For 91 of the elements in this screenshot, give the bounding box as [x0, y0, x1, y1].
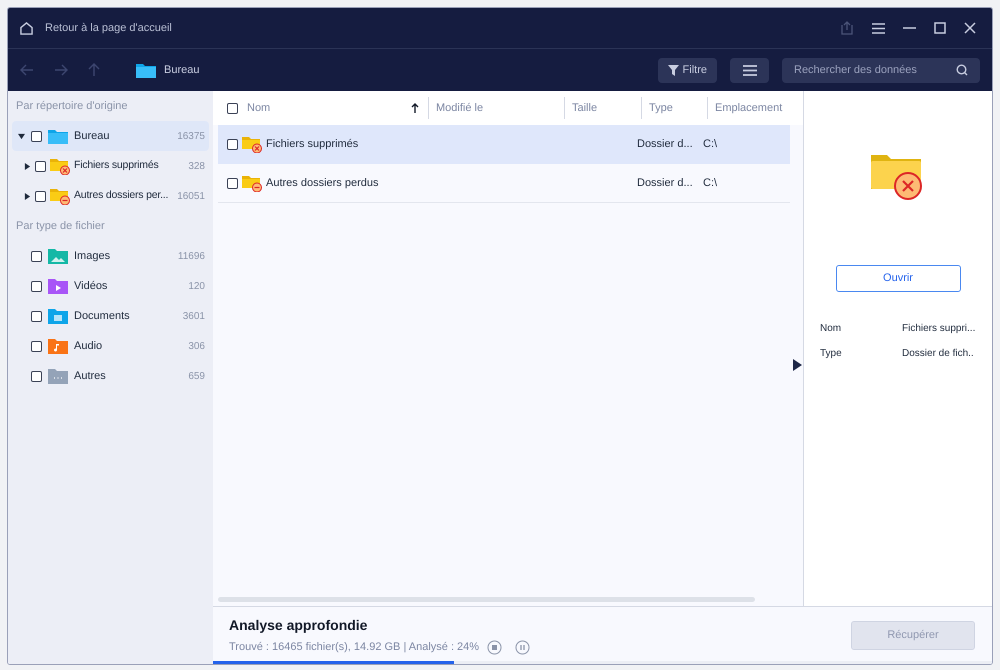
scan-title: Analyse approfondie: [229, 616, 368, 636]
item-count: 11696: [178, 250, 205, 264]
column-header[interactable]: Type: [649, 100, 673, 116]
item-label: Images: [74, 248, 112, 264]
column-header[interactable]: Emplacement: [715, 100, 782, 116]
item-label: Autres dossiers per...: [74, 188, 170, 204]
item-count: 16375: [177, 130, 205, 144]
sidebar-item[interactable]: Vidéos 120: [12, 271, 209, 301]
item-count: 3601: [182, 310, 205, 324]
filter-button[interactable]: Filtre: [658, 58, 717, 82]
column-header[interactable]: Modifié le: [436, 100, 484, 116]
list-icon: [742, 64, 756, 76]
sidebar-item[interactable]: Fichiers supprimés 328: [12, 151, 209, 181]
home-link[interactable]: Retour à la page d'accueil: [45, 20, 172, 36]
deleted-folder-icon: [871, 153, 925, 201]
field-label: Nom: [820, 322, 842, 336]
filter-icon: [668, 64, 679, 76]
recover-button: Récupérer: [851, 621, 975, 650]
item-label: Autres: [74, 368, 107, 384]
search-icon[interactable]: [956, 64, 968, 76]
table-cell-text: Dossier d...: [637, 137, 694, 152]
collapse-arrow-icon[interactable]: [793, 359, 802, 371]
image-folder-icon: [48, 248, 68, 264]
item-label: Fichiers supprimés: [74, 158, 160, 174]
folder-icon: [48, 128, 68, 144]
item-label: Vidéos: [74, 278, 108, 294]
home-icon[interactable]: [20, 22, 33, 34]
close-icon[interactable]: [964, 22, 976, 34]
checkbox[interactable]: [31, 310, 42, 322]
minimize-icon[interactable]: [903, 27, 916, 29]
sidebar-item[interactable]: Audio 306: [12, 331, 209, 361]
folder-icon: [136, 62, 156, 78]
table-cell-text: Fichiers supprimés: [266, 137, 360, 152]
item-count: 16051: [177, 190, 205, 204]
item-count: 120: [188, 280, 205, 294]
section-title: Par répertoire d'origine: [15, 98, 129, 114]
table-cell-text: C:\: [703, 137, 718, 152]
checkbox[interactable]: [31, 370, 42, 382]
checkbox[interactable]: [31, 280, 42, 292]
sidebar-item[interactable]: Images 11696: [12, 241, 209, 271]
column-header[interactable]: Taille: [572, 100, 598, 116]
checkbox[interactable]: [227, 139, 238, 150]
lost-folder-icon: [242, 174, 262, 192]
table-cell-text: Dossier d...: [637, 176, 694, 191]
pause-icon[interactable]: [515, 640, 530, 655]
field-label: Type: [820, 347, 843, 361]
document-folder-icon: [48, 308, 68, 324]
lost-folder-icon: [50, 188, 70, 204]
music-folder-icon: [48, 338, 68, 354]
item-label: Bureau: [74, 128, 110, 144]
sidebar-item[interactable]: Autres dossiers per... 16051: [12, 181, 209, 211]
table-row[interactable]: Autres dossiers perdus Dossier d... C:\: [218, 164, 790, 203]
sort-arrow-icon[interactable]: [411, 103, 419, 113]
table-row[interactable]: Fichiers supprimés Dossier d... C:\: [218, 125, 790, 164]
sidebar-item[interactable]: Documents 3601: [12, 301, 209, 331]
table-cell-text: Autres dossiers perdus: [266, 176, 380, 191]
sidebar-item[interactable]: Autres 659: [12, 361, 209, 391]
column-header[interactable]: Nom: [247, 100, 270, 116]
checkbox[interactable]: [227, 102, 238, 114]
table-cell-text: C:\: [703, 176, 718, 191]
item-count: 328: [188, 160, 205, 174]
item-count: 659: [188, 370, 205, 384]
expand-arrow-icon[interactable]: [24, 162, 31, 170]
field-value: Fichiers suppri...: [902, 322, 976, 336]
sidebar-item[interactable]: Bureau 16375: [12, 121, 209, 151]
item-label: Documents: [74, 308, 131, 324]
video-folder-icon: [48, 278, 68, 294]
checkbox[interactable]: [31, 340, 42, 352]
maximize-icon[interactable]: [934, 22, 946, 34]
expand-arrow-icon[interactable]: [24, 192, 31, 200]
search-field[interactable]: Rechercher des données: [782, 58, 980, 82]
item-count: 306: [188, 340, 205, 354]
view-menu-button[interactable]: [730, 58, 769, 82]
horizontal-scrollbar[interactable]: [218, 597, 755, 602]
field-value: Dossier de fich..: [902, 347, 974, 361]
expand-arrow-icon[interactable]: [18, 132, 25, 140]
location-label: Bureau: [164, 62, 200, 78]
item-label: Audio: [74, 338, 104, 354]
checkbox[interactable]: [35, 160, 46, 172]
checkbox[interactable]: [35, 190, 46, 202]
open-button[interactable]: Ouvrir: [836, 265, 960, 292]
folder-icon: [48, 368, 68, 384]
checkbox[interactable]: [31, 130, 42, 142]
deleted-folder-icon: [50, 158, 70, 174]
deleted-folder-icon: [242, 136, 262, 153]
stop-icon[interactable]: [487, 640, 502, 655]
scan-summary: Trouvé : 16465 fichier(s), 14.92 GB | Analysé : 24%: [229, 640, 480, 656]
section-title: Par type de fichier: [15, 218, 106, 234]
menu-icon[interactable]: [872, 22, 885, 34]
checkbox[interactable]: [227, 178, 238, 188]
checkbox[interactable]: [31, 250, 42, 262]
